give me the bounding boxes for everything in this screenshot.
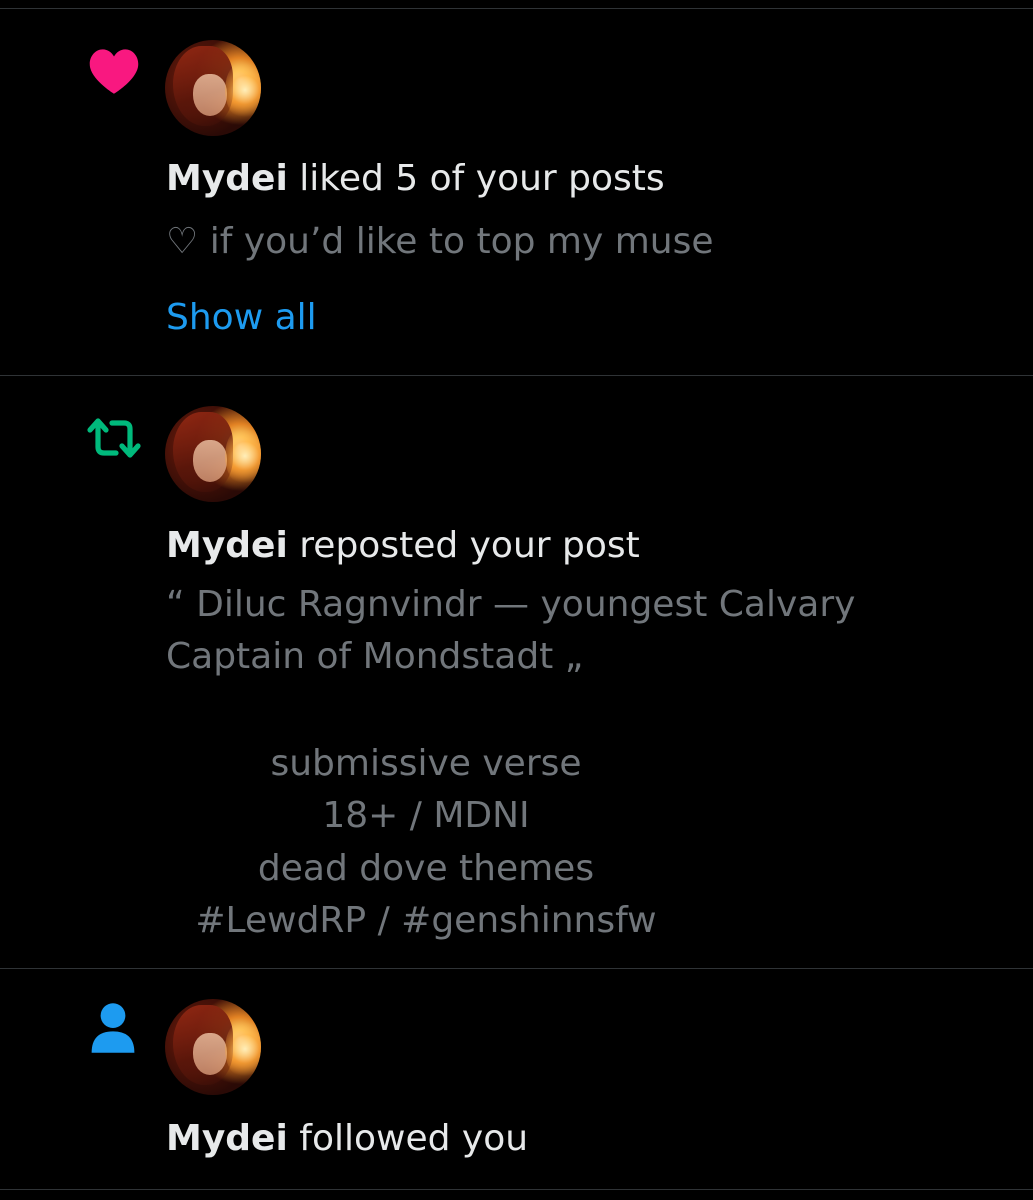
post-preview-centered-line: submissive verse bbox=[270, 743, 582, 784]
notification-follow[interactable]: Mydei followed you bbox=[0, 969, 1033, 1189]
repost-icon bbox=[84, 414, 144, 466]
avatar[interactable] bbox=[165, 40, 261, 136]
person-icon bbox=[90, 1001, 136, 1059]
post-preview-centered-line: 18+ / MDNI bbox=[322, 795, 530, 836]
avatar[interactable] bbox=[165, 406, 261, 502]
notification-text: Mydei followed you bbox=[166, 1117, 528, 1161]
heart-icon bbox=[88, 47, 140, 99]
post-preview-centered-line: #LewdRP / #genshinnsfw bbox=[195, 900, 657, 941]
show-all-link[interactable]: Show all bbox=[166, 296, 317, 340]
post-preview-line: Captain of Mondstadt „ bbox=[166, 636, 584, 677]
notification-text: Mydei reposted your post bbox=[166, 524, 640, 568]
avatar[interactable] bbox=[165, 999, 261, 1095]
post-preview: ♡ if you’d like to top my muse bbox=[166, 221, 714, 262]
user-name[interactable]: Mydei bbox=[166, 1118, 288, 1159]
notification-repost[interactable]: Mydei reposted your post “ Diluc Ragnvin… bbox=[0, 376, 1033, 968]
notification-text: Mydei liked 5 of your posts bbox=[166, 157, 665, 201]
post-preview-centered-line: dead dove themes bbox=[257, 848, 595, 889]
post-preview-line: “ Diluc Ragnvindr — youngest Calvary bbox=[166, 584, 856, 625]
user-name[interactable]: Mydei bbox=[166, 158, 288, 199]
user-name[interactable]: Mydei bbox=[166, 525, 288, 566]
notification-like[interactable]: Mydei liked 5 of your posts ♡ if you’d l… bbox=[0, 9, 1033, 375]
divider-bottom bbox=[0, 1189, 1033, 1190]
action-text: followed you bbox=[299, 1118, 529, 1159]
action-text: liked 5 of your posts bbox=[299, 158, 665, 199]
action-text: reposted your post bbox=[299, 525, 640, 566]
